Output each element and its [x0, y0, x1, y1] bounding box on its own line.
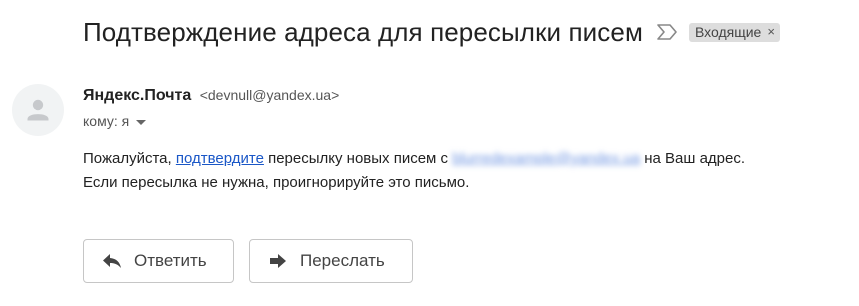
- body-line-1: Пожалуйста, подтвердите пересылку новых …: [83, 147, 745, 171]
- sender-line: Яндекс.Почта <devnull@yandex.ua>: [83, 87, 339, 105]
- confirm-link[interactable]: подтвердите: [176, 150, 264, 167]
- label-chip-text: Входящие: [694, 23, 762, 40]
- forward-button[interactable]: Переслать: [249, 239, 413, 283]
- blurred-address[interactable]: blurredexample@yandex.ua: [452, 147, 640, 171]
- email-subject: Подтверждение адреса для пересылки писем: [83, 16, 643, 47]
- forward-arrow-icon: [266, 249, 290, 273]
- body-text-segment: Пожалуйста,: [83, 150, 176, 167]
- reply-button[interactable]: Ответить: [83, 239, 234, 283]
- subject-row: Подтверждение адреса для пересылки писем…: [83, 14, 780, 50]
- body-line-2: Если пересылка не нужна, проигнорируйте …: [83, 174, 470, 191]
- reply-arrow-icon: [100, 249, 124, 273]
- body-text-segment: пересылку новых писем с: [263, 150, 453, 167]
- sender-name[interactable]: Яндекс.Почта: [83, 87, 191, 104]
- importance-marker-icon[interactable]: [657, 24, 677, 40]
- reply-label: Ответить: [134, 251, 207, 270]
- remove-label-icon[interactable]: ×: [767, 24, 775, 39]
- sender-email: <devnull@yandex.ua>: [199, 87, 340, 103]
- sender-avatar[interactable]: [12, 84, 64, 136]
- caret-down-icon[interactable]: [136, 119, 147, 125]
- forward-label: Переслать: [300, 251, 385, 270]
- recipient-label: кому: я: [83, 113, 130, 129]
- body-text-segment: на Ваш адрес.: [640, 150, 746, 167]
- email-body: Пожалуйста, подтвердите пересылку новых …: [83, 147, 745, 195]
- recipient-details-toggle[interactable]: кому: я: [83, 113, 147, 129]
- person-icon: [27, 99, 49, 121]
- label-chip-inbox[interactable]: Входящие ×: [688, 22, 780, 42]
- email-view: Подтверждение адреса для пересылки писем…: [0, 0, 859, 306]
